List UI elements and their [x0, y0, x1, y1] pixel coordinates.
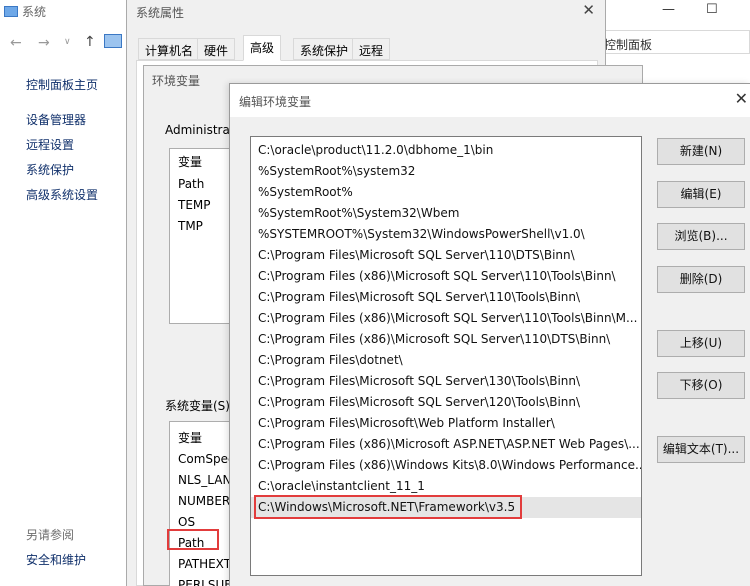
tab-computer-name[interactable]: 计算机名	[138, 38, 201, 60]
tab-hardware[interactable]: 硬件	[197, 38, 236, 60]
path-entry[interactable]: %SystemRoot%\system32	[251, 161, 641, 182]
user-variables-label: Administrat	[165, 123, 235, 137]
up-arrow-icon[interactable]: ↑	[84, 34, 96, 50]
list-item[interactable]: Path	[178, 177, 204, 191]
maximize-icon[interactable]: ☐	[706, 2, 718, 17]
list-item[interactable]: PERLSUB	[178, 578, 232, 586]
edit-dialog-title: 编辑环境变量	[239, 95, 312, 109]
sidebar-item-system-protection[interactable]: 系统保护	[26, 161, 74, 178]
edit-text-button[interactable]: 编辑文本(T)...	[657, 436, 745, 463]
address-text: 控制面板	[604, 38, 653, 52]
move-up-button[interactable]: 上移(U)	[657, 330, 745, 357]
close-icon[interactable]: ✕	[735, 89, 748, 108]
system-window-title: 系统	[4, 3, 46, 20]
system-variables-label: 系统变量(S)	[165, 399, 230, 413]
system-variables-header[interactable]: 变量	[178, 429, 202, 446]
path-entry[interactable]: C:\Program Files\Microsoft SQL Server\11…	[251, 245, 641, 266]
forward-arrow-icon[interactable]: →	[38, 35, 50, 51]
list-item[interactable]: TMP	[178, 219, 203, 233]
tab-advanced[interactable]: 高级	[243, 35, 282, 61]
path-entry[interactable]: C:\oracle\product\11.2.0\dbhome_1\bin	[251, 140, 641, 161]
move-down-button[interactable]: 下移(O)	[657, 372, 745, 399]
edit-button[interactable]: 编辑(E)	[657, 181, 745, 208]
path-entry[interactable]: %SystemRoot%\System32\Wbem	[251, 203, 641, 224]
system-icon	[4, 6, 18, 17]
title-bar: 编辑环境变量 ✕	[230, 84, 750, 117]
list-item[interactable]: ComSpec	[178, 452, 235, 466]
path-entry[interactable]: C:\Program Files (x86)\Microsoft SQL Ser…	[251, 308, 641, 329]
new-button[interactable]: 新建(N)	[657, 138, 745, 165]
sidebar-item-device-manager[interactable]: 设备管理器	[26, 111, 86, 128]
path-highlight-box	[167, 529, 219, 550]
browse-button[interactable]: 浏览(B)...	[657, 223, 745, 250]
selected-path-highlight-box	[254, 495, 522, 519]
path-entry[interactable]: C:\Program Files\Microsoft SQL Server\13…	[251, 371, 641, 392]
sidebar-item-remote-settings[interactable]: 远程设置	[26, 136, 74, 153]
path-entry[interactable]: C:\Program Files (x86)\Microsoft ASP.NET…	[251, 434, 641, 455]
list-item[interactable]: PATHEXT	[178, 557, 231, 571]
sidebar-item-security-maintenance[interactable]: 安全和维护	[26, 551, 86, 568]
list-item[interactable]: NUMBER_	[178, 494, 236, 508]
path-entry[interactable]: C:\Program Files\Microsoft\Web Platform …	[251, 413, 641, 434]
path-entry[interactable]: %SystemRoot%	[251, 182, 641, 203]
system-properties-title: 系统属性	[136, 6, 185, 20]
back-arrow-icon[interactable]: ←	[10, 35, 22, 51]
tab-remote[interactable]: 远程	[352, 38, 391, 60]
path-entry[interactable]: C:\Program Files\dotnet\	[251, 350, 641, 371]
close-icon[interactable]: ✕	[582, 1, 595, 19]
tab-system-protection[interactable]: 系统保护	[293, 38, 356, 60]
path-entry[interactable]: C:\Program Files\Microsoft SQL Server\12…	[251, 392, 641, 413]
path-entry[interactable]: C:\Program Files\Microsoft SQL Server\11…	[251, 287, 641, 308]
sidebar-item-advanced-settings[interactable]: 高级系统设置	[26, 186, 98, 203]
see-also-heading: 另请参阅	[26, 528, 75, 542]
path-entry[interactable]: C:\oracle\instantclient_11_1	[251, 476, 641, 497]
path-entry[interactable]: C:\Program Files (x86)\Microsoft SQL Ser…	[251, 329, 641, 350]
minimize-icon[interactable]: —	[662, 2, 675, 17]
control-panel-icon	[104, 34, 122, 48]
list-item[interactable]: TEMP	[178, 198, 211, 212]
path-entry[interactable]: C:\Program Files (x86)\Windows Kits\8.0\…	[251, 455, 641, 476]
environment-variables-title: 环境变量	[152, 74, 201, 88]
recent-chevron-icon[interactable]: ∨	[64, 37, 71, 47]
path-entry[interactable]: %SYSTEMROOT%\System32\WindowsPowerShell\…	[251, 224, 641, 245]
user-variables-header[interactable]: 变量	[178, 153, 202, 170]
sidebar-control-panel-home[interactable]: 控制面板主页	[26, 76, 98, 93]
list-item[interactable]: OS	[178, 515, 195, 529]
edit-environment-variable-dialog: 编辑环境变量 ✕ C:\oracle\product\11.2.0\dbhome…	[229, 83, 750, 586]
path-entry[interactable]: C:\Program Files (x86)\Microsoft SQL Ser…	[251, 266, 641, 287]
delete-button[interactable]: 删除(D)	[657, 266, 745, 293]
